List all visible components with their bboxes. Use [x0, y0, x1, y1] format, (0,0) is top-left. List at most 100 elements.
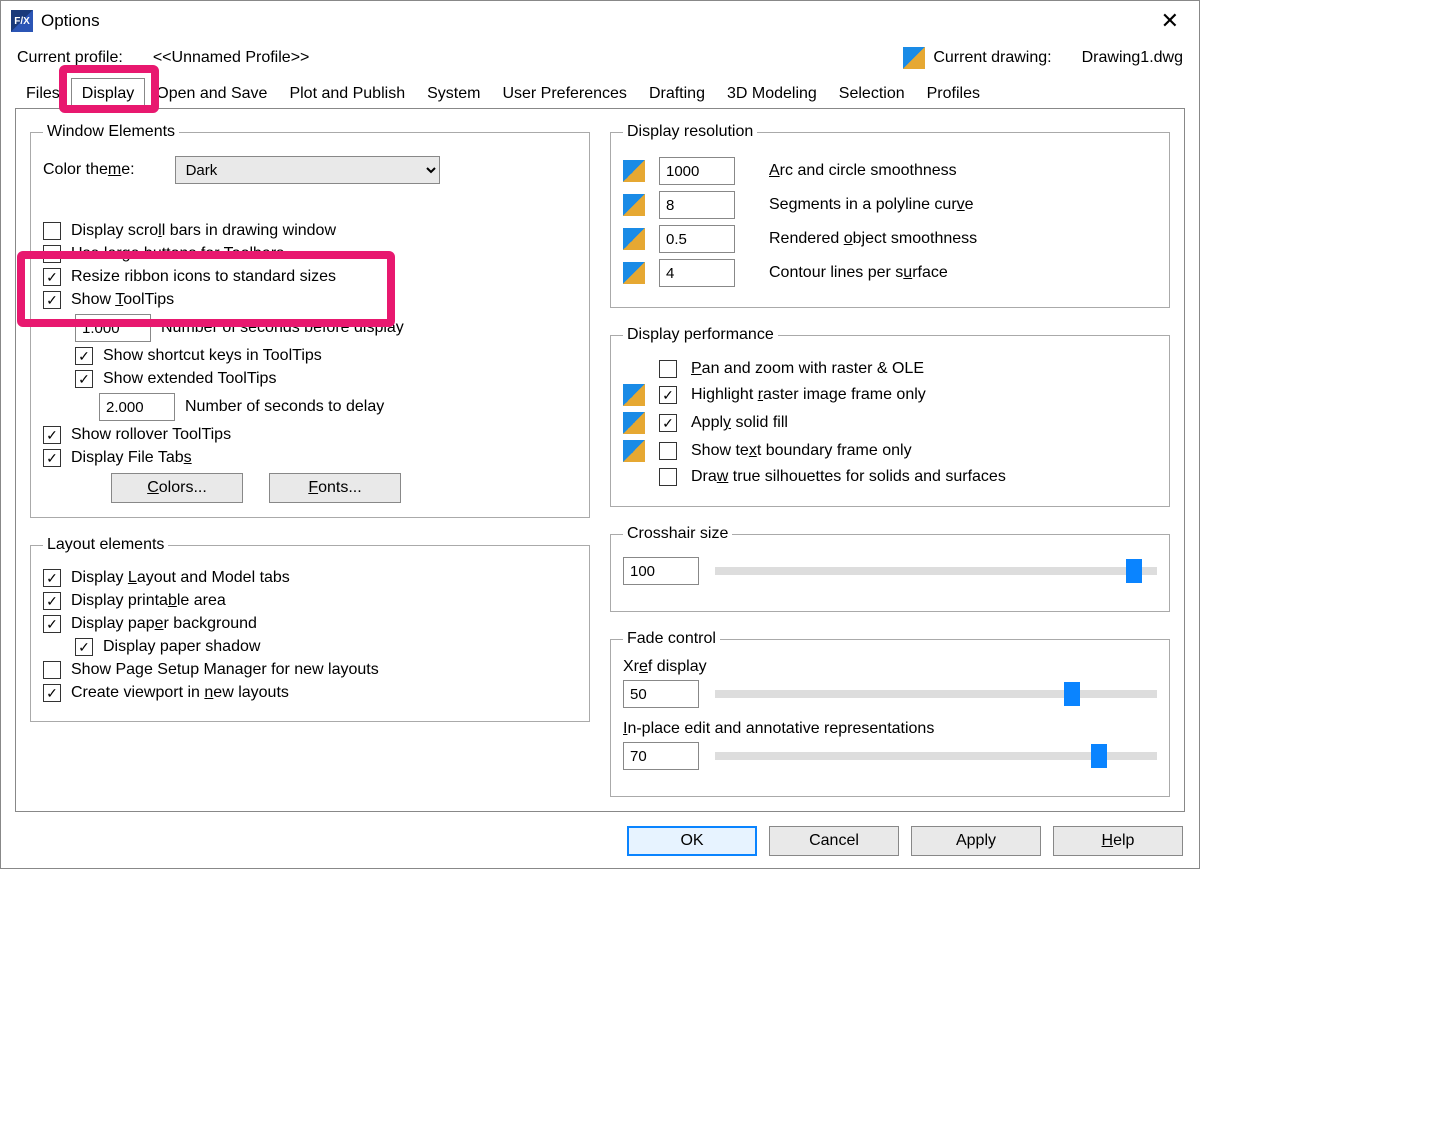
window-elements-group: Window Elements Color theme: Dark Displa…: [30, 123, 590, 518]
cancel-button[interactable]: Cancel: [769, 826, 899, 856]
tab-plot-and-publish[interactable]: Plot and Publish: [278, 78, 416, 109]
text-boundary-label: Show text boundary frame only: [691, 442, 912, 460]
layout-elements-legend: Layout elements: [43, 536, 168, 554]
options-dialog: F/X Options ✕ Current profile: <<Unnamed…: [0, 0, 1200, 869]
file-tabs-checkbox[interactable]: [43, 449, 61, 467]
seconds-delay-input[interactable]: [99, 393, 175, 421]
fade-legend: Fade control: [623, 630, 720, 648]
highlight-raster-checkbox[interactable]: [659, 386, 677, 404]
dialog-title: Options: [41, 11, 100, 31]
large-buttons-label: Use large buttons for Toolbars: [71, 245, 284, 263]
arc-smoothness-input[interactable]: [659, 157, 735, 185]
crosshair-legend: Crosshair size: [623, 525, 732, 543]
rollover-label: Show rollover ToolTips: [71, 426, 231, 444]
extended-tooltips-checkbox[interactable]: [75, 370, 93, 388]
dialog-buttons: OK Cancel Apply Help: [1, 826, 1199, 864]
res-icon: [623, 412, 645, 434]
current-drawing-label: Current drawing:: [933, 49, 1051, 66]
arc-smoothness-label: Arc and circle smoothness: [769, 162, 957, 180]
tab-drafting[interactable]: Drafting: [638, 78, 716, 109]
display-resolution-legend: Display resolution: [623, 123, 757, 141]
display-performance-group: Display performance Pan and zoom with ra…: [610, 326, 1170, 507]
display-performance-legend: Display performance: [623, 326, 778, 344]
res-icon: [623, 160, 645, 182]
display-resolution-group: Display resolution Arc and circle smooth…: [610, 123, 1170, 308]
res-icon: [623, 384, 645, 406]
crosshair-slider[interactable]: [715, 567, 1157, 575]
titlebar: F/X Options ✕: [1, 1, 1199, 41]
rendered-input[interactable]: [659, 225, 735, 253]
page-setup-checkbox[interactable]: [43, 661, 61, 679]
contour-input[interactable]: [659, 259, 735, 287]
scrollbars-checkbox[interactable]: [43, 222, 61, 240]
tab-user-preferences[interactable]: User Preferences: [491, 78, 638, 109]
resize-ribbon-checkbox[interactable]: [43, 268, 61, 286]
tab-3d-modeling[interactable]: 3D Modeling: [716, 78, 828, 109]
resize-ribbon-label: Resize ribbon icons to standard sizes: [71, 268, 336, 286]
tab-display[interactable]: Display: [71, 78, 145, 109]
color-theme-label: Color theme:: [43, 161, 135, 179]
show-tooltips-label: Show ToolTips: [71, 291, 174, 309]
window-elements-legend: Window Elements: [43, 123, 179, 141]
current-drawing-value: Drawing1.dwg: [1082, 49, 1183, 67]
crosshair-group: Crosshair size: [610, 525, 1170, 612]
extended-tooltips-label: Show extended ToolTips: [103, 370, 276, 388]
pan-zoom-checkbox[interactable]: [659, 360, 677, 378]
fade-control-group: Fade control Xref display In-place edit …: [610, 630, 1170, 797]
solid-fill-checkbox[interactable]: [659, 414, 677, 432]
tab-content: Window Elements Color theme: Dark Displa…: [15, 108, 1185, 812]
paper-shadow-checkbox[interactable]: [75, 638, 93, 656]
paper-bg-checkbox[interactable]: [43, 615, 61, 633]
fonts-button[interactable]: Fonts...: [269, 473, 401, 503]
text-boundary-checkbox[interactable]: [659, 442, 677, 460]
inplace-input[interactable]: [623, 742, 699, 770]
tab-selection[interactable]: Selection: [828, 78, 916, 109]
segments-input[interactable]: [659, 191, 735, 219]
viewport-label: Create viewport in new layouts: [71, 684, 289, 702]
paper-shadow-label: Display paper shadow: [103, 638, 260, 656]
color-theme-select[interactable]: Dark: [175, 156, 440, 184]
top-info: Current profile: <<Unnamed Profile>> Cur…: [1, 41, 1199, 77]
seconds-delay-label: Number of seconds to delay: [185, 398, 384, 416]
large-buttons-checkbox[interactable]: [43, 245, 61, 263]
tab-profiles[interactable]: Profiles: [916, 78, 991, 109]
solid-fill-label: Apply solid fill: [691, 414, 788, 432]
page-setup-label: Show Page Setup Manager for new layouts: [71, 661, 379, 679]
res-icon: [623, 228, 645, 250]
help-button[interactable]: Help: [1053, 826, 1183, 856]
segments-label: Segments in a polyline curve: [769, 196, 974, 214]
layout-elements-group: Layout elements Display Layout and Model…: [30, 536, 590, 722]
crosshair-input[interactable]: [623, 557, 699, 585]
silhouettes-checkbox[interactable]: [659, 468, 677, 486]
rendered-label: Rendered object smoothness: [769, 230, 977, 248]
inplace-label: In-place edit and annotative representat…: [623, 720, 1157, 738]
res-icon: [623, 440, 645, 462]
ok-button[interactable]: OK: [627, 826, 757, 856]
highlight-raster-label: Highlight raster image frame only: [691, 386, 926, 404]
xref-slider[interactable]: [715, 690, 1157, 698]
contour-label: Contour lines per surface: [769, 264, 948, 282]
printable-checkbox[interactable]: [43, 592, 61, 610]
layout-model-label: Display Layout and Model tabs: [71, 569, 290, 587]
layout-model-checkbox[interactable]: [43, 569, 61, 587]
close-icon[interactable]: ✕: [1151, 6, 1189, 36]
seconds-before-label: Number of seconds before display: [161, 319, 404, 337]
app-icon: F/X: [11, 10, 33, 32]
shortcut-keys-label: Show shortcut keys in ToolTips: [103, 347, 322, 365]
colors-button[interactable]: Colors...: [111, 473, 243, 503]
tab-system[interactable]: System: [416, 78, 491, 109]
tab-files[interactable]: Files: [15, 78, 71, 109]
shortcut-keys-checkbox[interactable]: [75, 347, 93, 365]
tab-open-and-save[interactable]: Open and Save: [145, 78, 278, 109]
viewport-checkbox[interactable]: [43, 684, 61, 702]
apply-button[interactable]: Apply: [911, 826, 1041, 856]
file-tabs-label: Display File Tabs: [71, 449, 192, 467]
show-tooltips-checkbox[interactable]: [43, 291, 61, 309]
seconds-before-input[interactable]: [75, 314, 151, 342]
xref-input[interactable]: [623, 680, 699, 708]
rollover-checkbox[interactable]: [43, 426, 61, 444]
current-profile-label: Current profile:: [17, 49, 123, 67]
inplace-slider[interactable]: [715, 752, 1157, 760]
paper-bg-label: Display paper background: [71, 615, 257, 633]
drawing-icon: [903, 47, 925, 69]
